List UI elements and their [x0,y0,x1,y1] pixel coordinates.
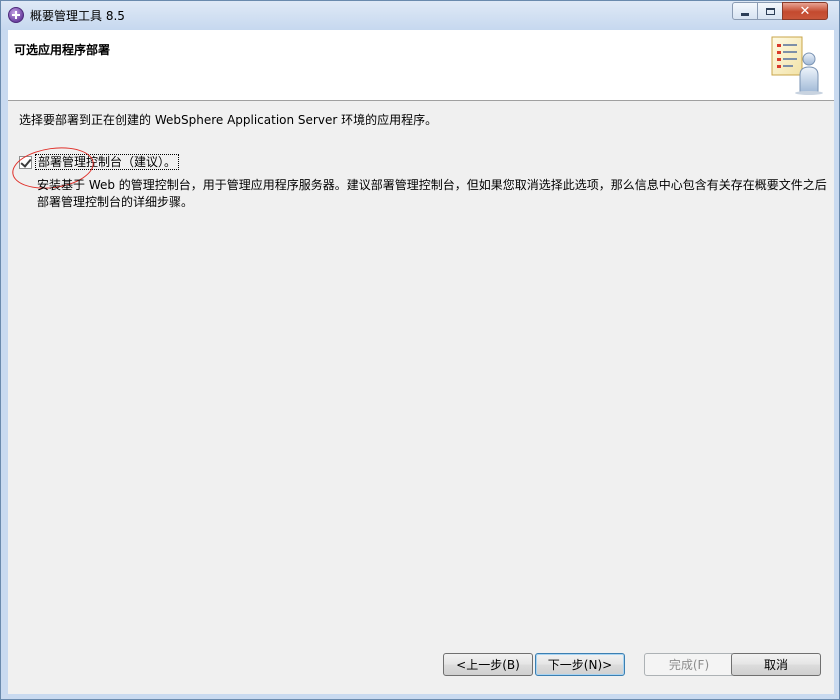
cancel-button[interactable]: 取消 [731,653,821,676]
back-button[interactable]: <上一步(B) [443,653,533,676]
finish-button-label: 完成(F) [668,658,710,672]
close-icon: ✕ [799,3,811,19]
page-description: 选择要部署到正在创建的 WebSphere Application Server… [19,113,438,127]
wizard-banner: 可选应用程序部署 [8,30,834,101]
wizard-window: 概要管理工具 8.5 ✕ 可选应用程序部署 选择要部署到正在创建的 WebSph… [0,0,840,700]
minimize-button[interactable] [732,2,758,20]
deploy-console-option[interactable]: 部署管理控制台（建议）。 [19,154,180,170]
app-globe-icon [8,7,24,23]
close-button[interactable]: ✕ [782,2,828,20]
page-title: 可选应用程序部署 [14,43,111,57]
finish-button[interactable]: 完成(F) [644,653,734,676]
minimize-icon [741,12,749,16]
wizard-checklist-icon [771,36,823,95]
deploy-console-label[interactable]: 部署管理控制台（建议）。 [35,154,180,170]
next-button-label: 下一步(N)> [547,658,613,672]
deploy-console-description: 安装基于 Web 的管理控制台，用于管理应用程序服务器。建议部署管理控制台，但如… [37,178,827,209]
maximize-button[interactable] [757,2,783,20]
back-button-label: <上一步(B) [456,658,520,672]
deploy-console-checkbox[interactable] [19,155,32,169]
next-button[interactable]: 下一步(N)> [535,653,625,676]
maximize-icon [765,7,775,15]
cancel-button-label: 取消 [763,658,788,672]
window-title: 概要管理工具 8.5 [30,9,125,23]
button-bar-separator [8,639,834,640]
title-bar[interactable]: 概要管理工具 8.5 ✕ [1,1,839,30]
wizard-client-area: 可选应用程序部署 选择要部署到正在创建的 WebSphere Applicati… [8,30,834,694]
